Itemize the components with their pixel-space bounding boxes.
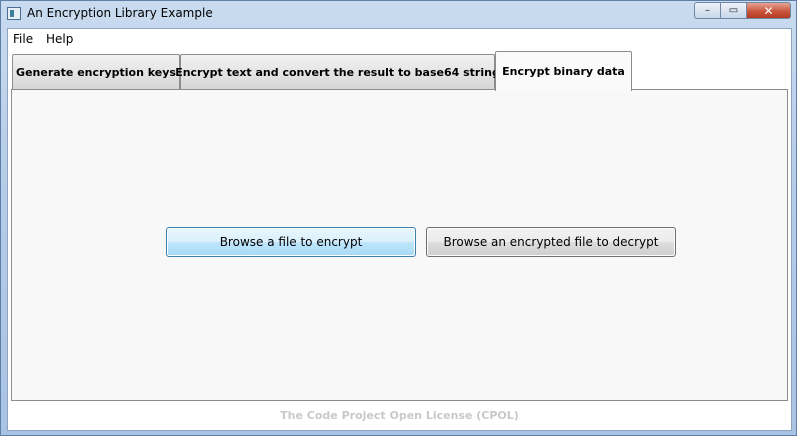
minimize-icon: – [705, 5, 710, 16]
maximize-icon: ▭ [728, 5, 739, 16]
license-footer: The Code Project Open License (CPOL) [280, 409, 519, 422]
app-icon [7, 7, 21, 20]
menu-help[interactable]: Help [46, 32, 73, 46]
client-area: File Help Generate encryption keys Encry… [7, 28, 792, 431]
tab-encrypt-text[interactable]: Encrypt text and convert the result to b… [175, 54, 500, 90]
tab-strip: Generate encryption keys Encrypt text an… [8, 49, 791, 91]
menu-bar: File Help [8, 29, 791, 49]
close-icon: ✕ [763, 3, 774, 18]
browse-encrypt-button[interactable]: Browse a file to encrypt [166, 227, 416, 257]
menu-file[interactable]: File [13, 32, 33, 46]
window-title: An Encryption Library Example [27, 6, 213, 20]
maximize-button[interactable]: ▭ [721, 2, 747, 19]
browse-decrypt-button[interactable]: Browse an encrypted file to decrypt [426, 227, 676, 257]
tab-panel: Browse a file to encrypt Browse an encry… [11, 89, 788, 401]
tab-encrypt-binary[interactable]: Encrypt binary data [495, 51, 632, 91]
app-window: An Encryption Library Example – ▭ ✕ File… [0, 0, 797, 436]
title-bar[interactable]: An Encryption Library Example – ▭ ✕ [1, 1, 796, 27]
tab-generate-keys[interactable]: Generate encryption keys [12, 54, 180, 90]
close-button[interactable]: ✕ [747, 2, 791, 19]
minimize-button[interactable]: – [694, 2, 721, 19]
window-controls: – ▭ ✕ [694, 2, 791, 20]
